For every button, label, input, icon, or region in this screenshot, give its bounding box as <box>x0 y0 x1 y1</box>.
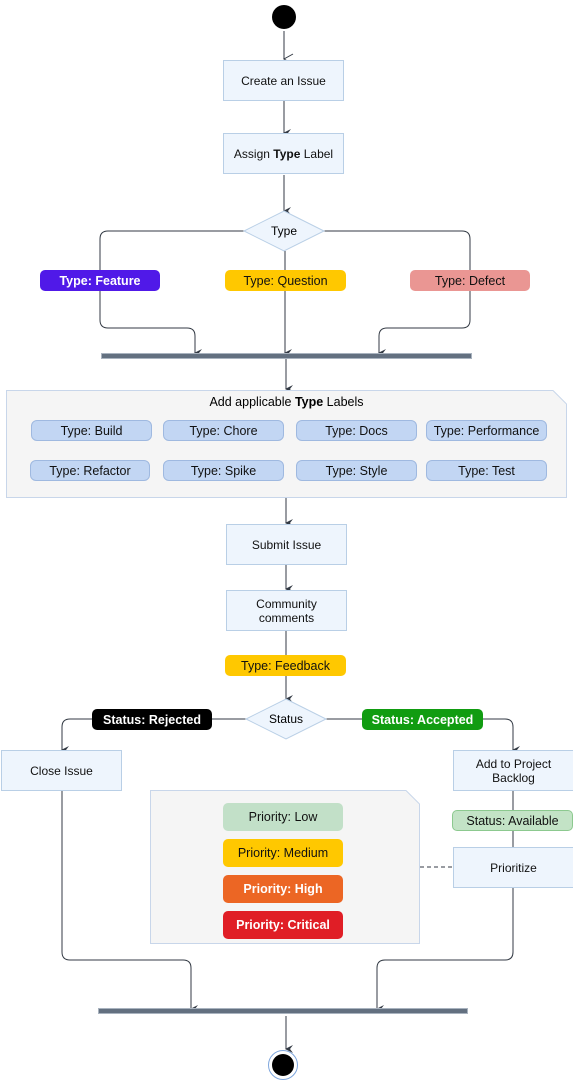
final-node-core <box>272 1054 294 1076</box>
label-priority-critical: Priority: Critical <box>223 911 343 939</box>
label-priority-medium: Priority: Medium <box>223 839 343 867</box>
status-decision-label: Status <box>268 712 304 726</box>
label-type-question: Type: Question <box>225 270 346 291</box>
action-label: Community comments <box>256 596 317 625</box>
note-title: Add applicable Type Labels <box>209 395 364 409</box>
edge-type-defect <box>324 230 471 357</box>
label-type-refactor: Type: Refactor <box>30 460 150 481</box>
action-prioritize[interactable]: Prioritize <box>453 847 573 888</box>
action-close-issue[interactable]: Close Issue <box>1 750 122 791</box>
label-priority-low: Priority: Low <box>223 803 343 831</box>
type-decision-label: Type <box>270 224 297 238</box>
label-type-spike: Type: Spike <box>163 460 284 481</box>
label-status-rejected: Status: Rejected <box>92 709 212 730</box>
action-label: Add to Project Backlog <box>475 756 552 785</box>
label-type-feedback: Type: Feedback <box>225 655 346 676</box>
action-label: Prioritize <box>490 860 537 875</box>
label-type-build: Type: Build <box>31 420 152 441</box>
action-submit-issue[interactable]: Submit Issue <box>226 524 347 565</box>
action-assign-type-label[interactable]: Assign Type Label <box>223 133 344 174</box>
label-type-defect: Type: Defect <box>410 270 530 291</box>
note-folded-corner <box>406 790 420 804</box>
label-type-docs: Type: Docs <box>296 420 417 441</box>
label-status-available: Status: Available <box>452 810 573 831</box>
join-bar-type <box>101 353 472 359</box>
join-bar-final <box>98 1008 468 1014</box>
action-label: Assign Type Label <box>233 146 334 161</box>
action-label: Submit Issue <box>251 537 322 552</box>
label-type-chore: Type: Chore <box>163 420 284 441</box>
label-type-feature: Type: Feature <box>40 270 160 291</box>
action-community-comments[interactable]: Community comments <box>226 590 347 631</box>
label-status-accepted: Status: Accepted <box>362 709 483 730</box>
label-type-performance: Type: Performance <box>426 420 547 441</box>
applicable-type-labels-note: Add applicable Type Labels <box>6 390 567 498</box>
final-node <box>268 1050 298 1080</box>
action-create-issue[interactable]: Create an Issue <box>223 60 344 101</box>
edge-type-feature <box>99 230 244 357</box>
action-label: Close Issue <box>30 763 93 778</box>
label-type-test: Type: Test <box>426 460 547 481</box>
action-add-to-backlog[interactable]: Add to Project Backlog <box>453 750 573 791</box>
action-label: Create an Issue <box>241 73 326 88</box>
initial-node <box>272 5 296 29</box>
label-priority-high: Priority: High <box>223 875 343 903</box>
label-type-style: Type: Style <box>296 460 417 481</box>
